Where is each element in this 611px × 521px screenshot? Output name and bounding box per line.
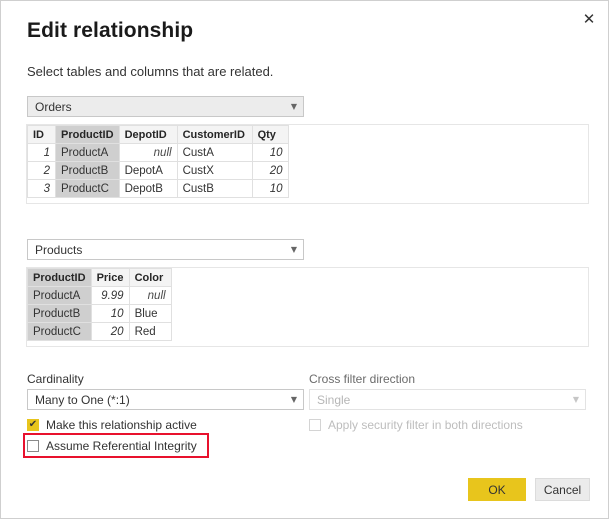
table-row: 2 ProductB DepotA CustX 20	[28, 162, 289, 180]
cell-customerid: CustX	[177, 162, 252, 180]
cell-depotid: DepotB	[119, 180, 177, 198]
assume-referential-integrity-checkbox[interactable]: Assume Referential Integrity	[27, 439, 197, 453]
cell-color: null	[129, 287, 171, 305]
table-row: 3 ProductC DepotB CustB 10	[28, 180, 289, 198]
cell-price: 10	[91, 305, 129, 323]
cell-productid: ProductA	[28, 287, 92, 305]
first-table-preview: ID ProductID DepotID CustomerID Qty 1 Pr…	[26, 124, 589, 204]
cardinality-value: Many to One (*:1)	[28, 393, 285, 407]
column-header-productid[interactable]: ProductID	[28, 269, 92, 287]
cell-id: 3	[28, 180, 56, 198]
cell-depotid: null	[119, 144, 177, 162]
cell-qty: 10	[252, 144, 288, 162]
cardinality-label: Cardinality	[27, 372, 84, 386]
table-header-row: ProductID Price Color	[28, 269, 172, 287]
column-header-price[interactable]: Price	[91, 269, 129, 287]
cell-price: 20	[91, 323, 129, 341]
cell-customerid: CustB	[177, 180, 252, 198]
column-header-depotid[interactable]: DepotID	[119, 126, 177, 144]
first-table-select[interactable]: Orders ▼	[27, 96, 304, 117]
cell-id: 2	[28, 162, 56, 180]
checkbox-empty-icon	[27, 440, 39, 452]
cell-price: 9.99	[91, 287, 129, 305]
ok-button[interactable]: OK	[468, 478, 526, 501]
cell-color: Blue	[129, 305, 171, 323]
table-row: ProductB 10 Blue	[28, 305, 172, 323]
table-row: ProductA 9.99 null	[28, 287, 172, 305]
cell-id: 1	[28, 144, 56, 162]
chevron-down-icon: ▼	[285, 103, 303, 111]
cell-color: Red	[129, 323, 171, 341]
second-table-value: Products	[28, 243, 285, 257]
apply-security-filter-label: Apply security filter in both directions	[328, 418, 523, 432]
second-table-select[interactable]: Products ▼	[27, 239, 304, 260]
column-header-customerid[interactable]: CustomerID	[177, 126, 252, 144]
orders-grid: ID ProductID DepotID CustomerID Qty 1 Pr…	[27, 125, 289, 198]
cell-productid: ProductA	[56, 144, 120, 162]
products-grid: ProductID Price Color ProductA 9.99 null…	[27, 268, 172, 341]
chevron-down-icon: ▼	[285, 246, 303, 254]
make-relationship-active-checkbox[interactable]: ✔ Make this relationship active	[27, 418, 197, 432]
dialog-subtitle: Select tables and columns that are relat…	[27, 64, 273, 79]
first-table-value: Orders	[28, 100, 285, 114]
column-header-qty[interactable]: Qty	[252, 126, 288, 144]
cell-qty: 20	[252, 162, 288, 180]
chevron-down-icon: ▼	[285, 396, 303, 404]
cell-productid: ProductC	[28, 323, 92, 341]
cross-filter-direction-value: Single	[310, 393, 567, 407]
edit-relationship-dialog: ✕ Edit relationship Select tables and co…	[0, 0, 609, 519]
dialog-title: Edit relationship	[27, 19, 193, 43]
cell-qty: 10	[252, 180, 288, 198]
assume-referential-integrity-label: Assume Referential Integrity	[46, 439, 197, 453]
apply-security-filter-checkbox: Apply security filter in both directions	[309, 418, 523, 432]
checkmark-icon: ✔	[27, 419, 39, 431]
cross-filter-direction-label: Cross filter direction	[309, 372, 415, 386]
make-relationship-active-label: Make this relationship active	[46, 418, 197, 432]
cell-customerid: CustA	[177, 144, 252, 162]
column-header-id[interactable]: ID	[28, 126, 56, 144]
table-row: 1 ProductA null CustA 10	[28, 144, 289, 162]
close-icon[interactable]: ✕	[576, 6, 602, 32]
cancel-button[interactable]: Cancel	[535, 478, 590, 501]
column-header-color[interactable]: Color	[129, 269, 171, 287]
cell-productid: ProductB	[56, 162, 120, 180]
checkbox-empty-icon	[309, 419, 321, 431]
chevron-down-icon: ▼	[567, 396, 585, 404]
table-row: ProductC 20 Red	[28, 323, 172, 341]
column-header-productid[interactable]: ProductID	[56, 126, 120, 144]
table-header-row: ID ProductID DepotID CustomerID Qty	[28, 126, 289, 144]
cell-depotid: DepotA	[119, 162, 177, 180]
second-table-preview: ProductID Price Color ProductA 9.99 null…	[26, 267, 589, 347]
cell-productid: ProductB	[28, 305, 92, 323]
cell-productid: ProductC	[56, 180, 120, 198]
cross-filter-direction-select: Single ▼	[309, 389, 586, 410]
cardinality-select[interactable]: Many to One (*:1) ▼	[27, 389, 304, 410]
